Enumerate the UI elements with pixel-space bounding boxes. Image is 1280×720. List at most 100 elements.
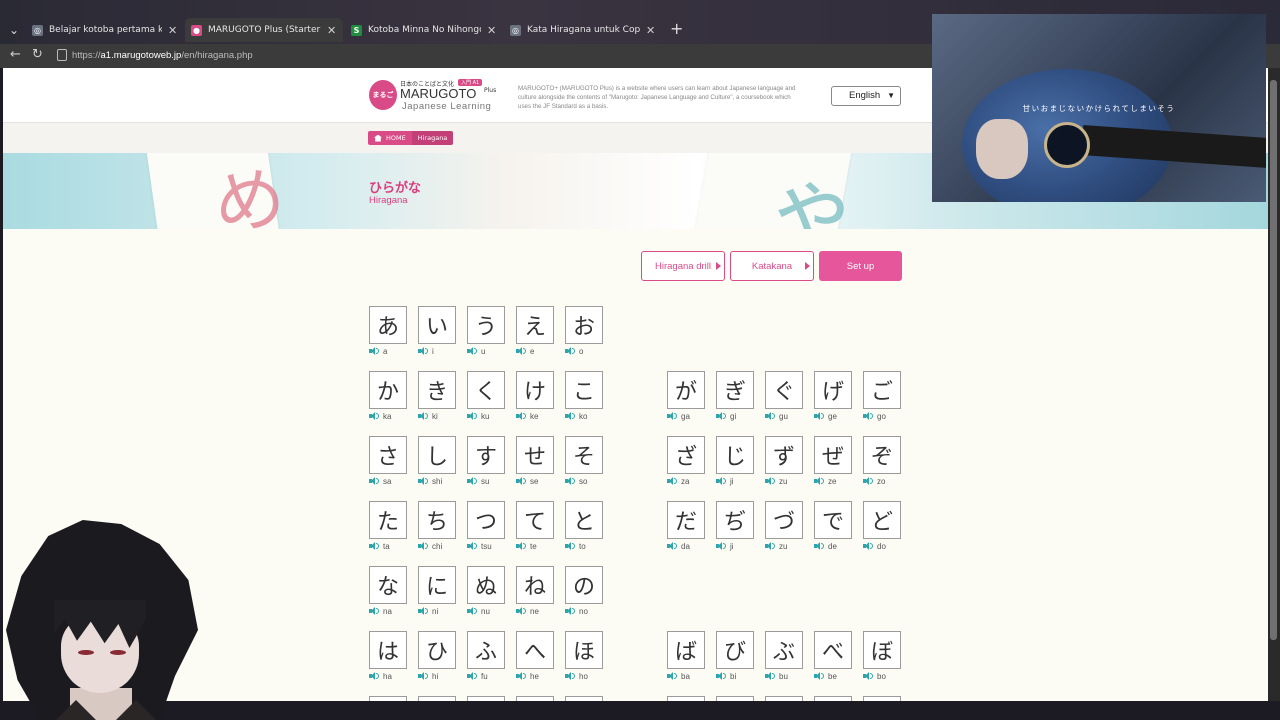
kana-card[interactable] [667,696,705,701]
audio-play-button[interactable]: ka [369,411,391,421]
kana-card[interactable]: な [369,566,407,604]
kana-card[interactable]: ど [863,501,901,539]
url-field[interactable]: https://a1.marugotoweb.jp/en/hiragana.ph… [72,50,253,61]
kana-card[interactable] [565,696,603,701]
kana-card[interactable]: ご [863,371,901,409]
kana-card[interactable]: す [467,436,505,474]
browser-tab[interactable]: ● MARUGOTO Plus (Starter A1) ✕ [185,18,343,42]
audio-play-button[interactable]: ni [418,606,438,616]
tab-search-chevron-icon[interactable]: ⌄ [4,20,24,40]
site-info-icon[interactable] [57,49,67,61]
kana-card[interactable]: に [418,566,456,604]
audio-play-button[interactable]: zu [765,476,787,486]
audio-play-button[interactable]: zu [765,541,787,551]
kana-card[interactable]: ぐ [765,371,803,409]
kana-card[interactable]: つ [467,501,505,539]
hiragana-drill-button[interactable]: Hiragana drill [641,251,725,281]
audio-play-button[interactable]: bo [863,671,886,681]
audio-play-button[interactable]: de [814,541,837,551]
kana-card[interactable]: は [369,631,407,669]
audio-play-button[interactable]: ze [814,476,836,486]
audio-play-button[interactable]: gu [765,411,788,421]
audio-play-button[interactable]: chi [418,541,442,551]
kana-card[interactable]: い [418,306,456,344]
audio-play-button[interactable]: gi [716,411,736,421]
audio-play-button[interactable]: se [516,476,538,486]
kana-card[interactable]: び [716,631,754,669]
kana-card[interactable]: て [516,501,554,539]
audio-play-button[interactable]: to [565,541,586,551]
kana-card[interactable]: せ [516,436,554,474]
kana-card[interactable]: で [814,501,852,539]
kana-card[interactable]: こ [565,371,603,409]
audio-play-button[interactable]: ko [565,411,587,421]
kana-card[interactable]: が [667,371,705,409]
audio-play-button[interactable]: tsu [467,541,492,551]
tab-close-icon[interactable]: ✕ [168,24,178,37]
audio-play-button[interactable]: go [863,411,886,421]
kana-card[interactable]: う [467,306,505,344]
kana-card[interactable]: だ [667,501,705,539]
kana-card[interactable]: と [565,501,603,539]
kana-card[interactable] [863,696,901,701]
tab-close-icon[interactable]: ✕ [327,24,337,37]
audio-play-button[interactable]: do [863,541,886,551]
kana-card[interactable]: え [516,306,554,344]
kana-card[interactable]: し [418,436,456,474]
kana-card[interactable]: ず [765,436,803,474]
kana-card[interactable] [765,696,803,701]
kana-card[interactable]: べ [814,631,852,669]
kana-card[interactable] [716,696,754,701]
kana-card[interactable] [418,696,456,701]
audio-play-button[interactable]: bu [765,671,788,681]
audio-play-button[interactable]: be [814,671,837,681]
katakana-button[interactable]: Katakana [730,251,814,281]
kana-card[interactable]: お [565,306,603,344]
breadcrumb-home[interactable]: HOME [368,131,412,145]
kana-card[interactable]: ね [516,566,554,604]
kana-card[interactable]: さ [369,436,407,474]
kana-card[interactable]: づ [765,501,803,539]
audio-play-button[interactable]: ke [516,411,538,421]
kana-card[interactable]: ぎ [716,371,754,409]
kana-card[interactable] [516,696,554,701]
kana-card[interactable]: ひ [418,631,456,669]
audio-play-button[interactable]: ji [716,541,734,551]
kana-card[interactable]: け [516,371,554,409]
browser-tab[interactable]: ◎ Kata Hiragana untuk Copy-Paste ✕ [504,18,662,42]
audio-play-button[interactable]: fu [467,671,488,681]
kana-card[interactable]: く [467,371,505,409]
audio-play-button[interactable]: no [565,606,588,616]
kana-card[interactable]: ほ [565,631,603,669]
back-arrow-icon[interactable]: ← [10,47,21,62]
browser-tab[interactable]: ◎ Belajar kotoba pertama kali ✕ [26,18,184,42]
audio-play-button[interactable]: ki [418,411,438,421]
audio-play-button[interactable]: o [565,346,583,356]
kana-card[interactable]: げ [814,371,852,409]
audio-play-button[interactable]: sa [369,476,391,486]
kana-card[interactable]: あ [369,306,407,344]
audio-play-button[interactable]: da [667,541,690,551]
audio-play-button[interactable]: ho [565,671,588,681]
audio-play-button[interactable]: u [467,346,485,356]
browser-tab[interactable]: S Kotoba Minna No Nihongo Bab 1 ✕ [345,18,503,42]
audio-play-button[interactable]: za [667,476,689,486]
audio-play-button[interactable]: e [516,346,534,356]
audio-play-button[interactable]: bi [716,671,736,681]
kana-card[interactable]: ぬ [467,566,505,604]
kana-card[interactable]: ぼ [863,631,901,669]
kana-card[interactable]: き [418,371,456,409]
kana-card[interactable]: の [565,566,603,604]
kana-card[interactable]: ち [418,501,456,539]
kana-card[interactable]: ざ [667,436,705,474]
audio-play-button[interactable]: ha [369,671,392,681]
kana-card[interactable]: ぶ [765,631,803,669]
kana-card[interactable]: ぜ [814,436,852,474]
kana-card[interactable]: ふ [467,631,505,669]
audio-play-button[interactable]: ku [467,411,489,421]
audio-play-button[interactable]: nu [467,606,490,616]
audio-play-button[interactable]: ba [667,671,690,681]
audio-play-button[interactable]: ge [814,411,837,421]
audio-play-button[interactable]: he [516,671,539,681]
audio-play-button[interactable]: na [369,606,392,616]
